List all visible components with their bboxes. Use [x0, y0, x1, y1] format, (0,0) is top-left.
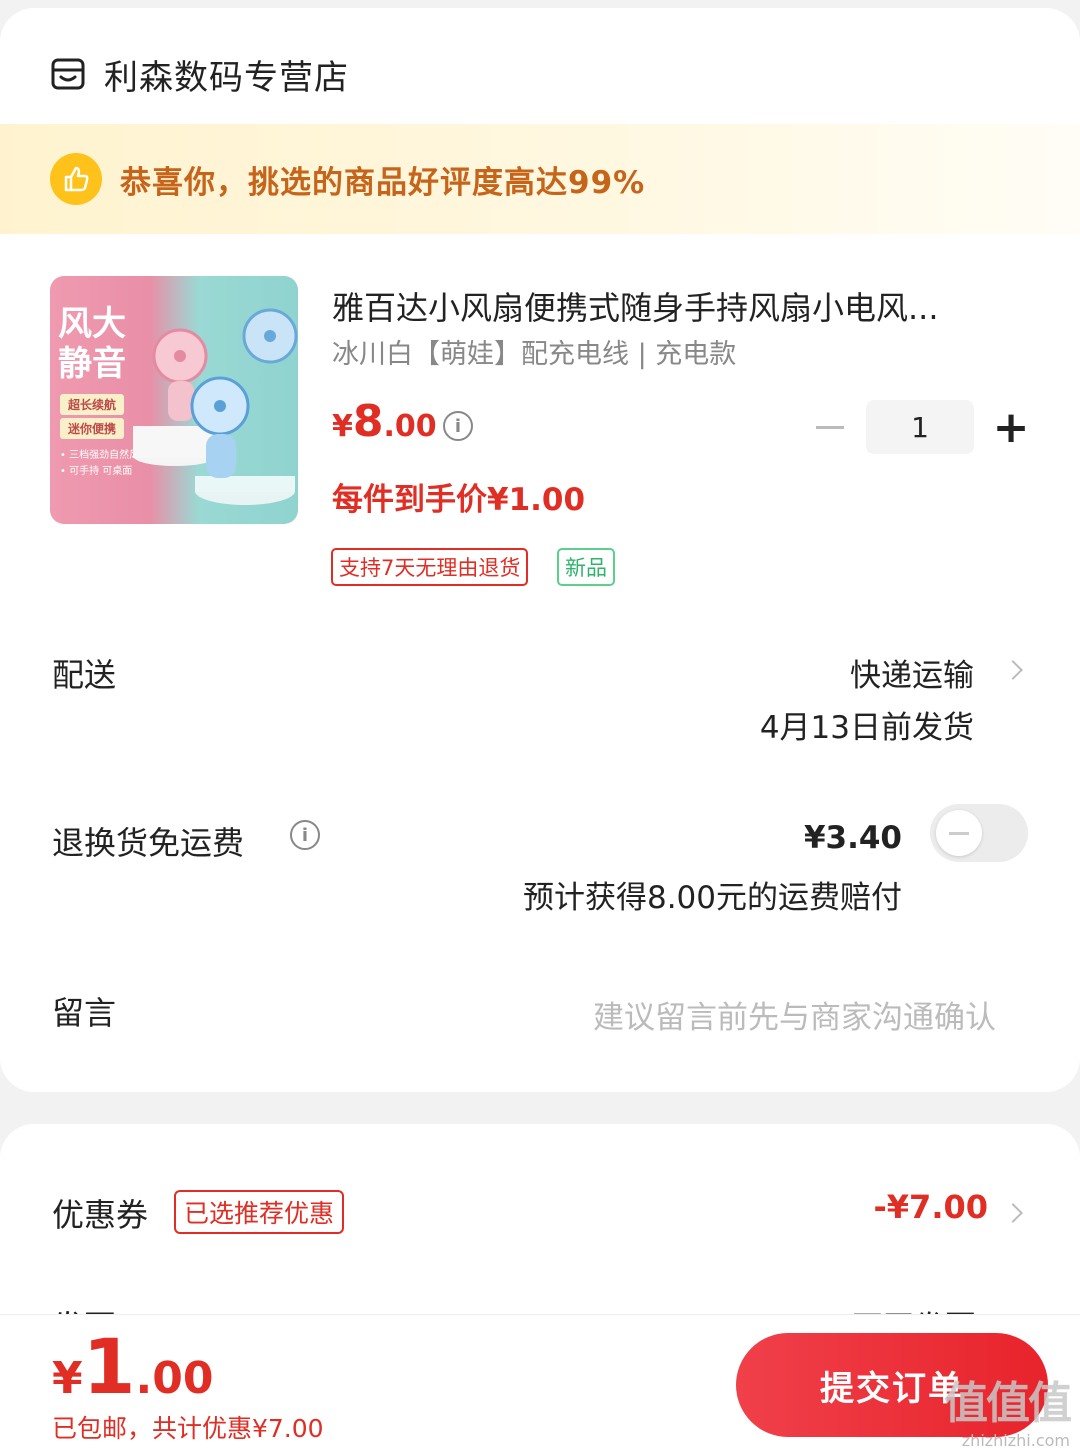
price-currency: ¥ — [332, 409, 353, 444]
new-product-badge: 新品 — [557, 548, 615, 586]
toggle-knob — [936, 810, 982, 856]
total-price: ¥ 1 .00 — [52, 1327, 213, 1407]
watermark-logo: 值值值 — [944, 1378, 1072, 1429]
product-title[interactable]: 雅百达小风扇便携式随身手持风扇小电风... — [332, 283, 1022, 329]
message-label: 留言 — [52, 994, 117, 1032]
watermark-url: zhizhizhi.com — [961, 1431, 1070, 1450]
delivery-method[interactable]: 快递运输 — [850, 650, 974, 695]
quantity-decrease-button[interactable] — [808, 400, 852, 454]
order-card: 利森数码专营店 恭喜你，挑选的商品好评度高达99% 风大静音 超长续航 迷你便携… — [0, 8, 1080, 1092]
total-decimal: .00 — [135, 1353, 214, 1404]
product-spec[interactable]: 冰川白【萌娃】配充电线 | 充电款 — [332, 332, 736, 371]
watermark: 值值值 zhizhizhi.com — [944, 1367, 1072, 1450]
chevron-right-icon[interactable] — [1003, 660, 1023, 680]
insurance-label: 退换货免运费 — [52, 824, 245, 862]
product-image[interactable]: 风大静音 超长续航 迷你便携 • 三档强劲自然风 • 可手持 可桌面 — [50, 276, 298, 524]
banner-text: 恭喜你，挑选的商品好评度高达99% — [120, 164, 646, 201]
price-info-icon[interactable]: i — [443, 411, 473, 441]
fan-illustration — [133, 308, 298, 505]
total-integer: 1 — [82, 1322, 136, 1411]
quantity-input[interactable]: 1 — [866, 400, 974, 454]
chevron-right-icon[interactable] — [1003, 1203, 1023, 1223]
quantity-increase-button[interactable]: + — [990, 402, 1032, 453]
shop-icon — [51, 58, 85, 90]
insurance-info-icon[interactable]: i — [290, 820, 320, 850]
price-integer: 8 — [352, 396, 384, 447]
coupon-selected-tag: 已选推荐优惠 — [174, 1190, 345, 1234]
delivery-date: 4月13日前发货 — [759, 710, 974, 746]
shop-name: 利森数码专营店 — [104, 57, 349, 98]
unit-price: 每件到手价¥1.00 — [332, 482, 586, 518]
return-policy-badge: 支持7天无理由退货 — [331, 548, 529, 586]
insurance-price: ¥3.40 — [803, 820, 902, 856]
insurance-note: 预计获得8.00元的运费赔付 — [522, 880, 902, 916]
coupon-value[interactable]: -¥7.00 — [874, 1188, 989, 1226]
shop-header[interactable]: 利森数码专营店 — [50, 44, 349, 104]
insurance-toggle[interactable] — [930, 804, 1028, 862]
coupon-label: 优惠券 — [52, 1196, 149, 1234]
praise-banner: 恭喜你，挑选的商品好评度高达99% — [0, 124, 1080, 234]
total-currency: ¥ — [52, 1353, 83, 1404]
delivery-label: 配送 — [52, 656, 117, 694]
message-input[interactable]: 建议留言前先与商家沟通确认 — [593, 992, 996, 1037]
checkout-bar: ¥ 1 .00 已包邮，共计优惠¥7.00 提交订单 值值值 zhizhizhi… — [0, 1314, 1080, 1456]
price-decimal: .00 — [383, 409, 437, 444]
product-price: ¥ 8 .00 — [332, 396, 437, 447]
thumbs-up-icon — [50, 153, 102, 205]
total-summary: 已包邮，共计优惠¥7.00 — [52, 1414, 324, 1443]
